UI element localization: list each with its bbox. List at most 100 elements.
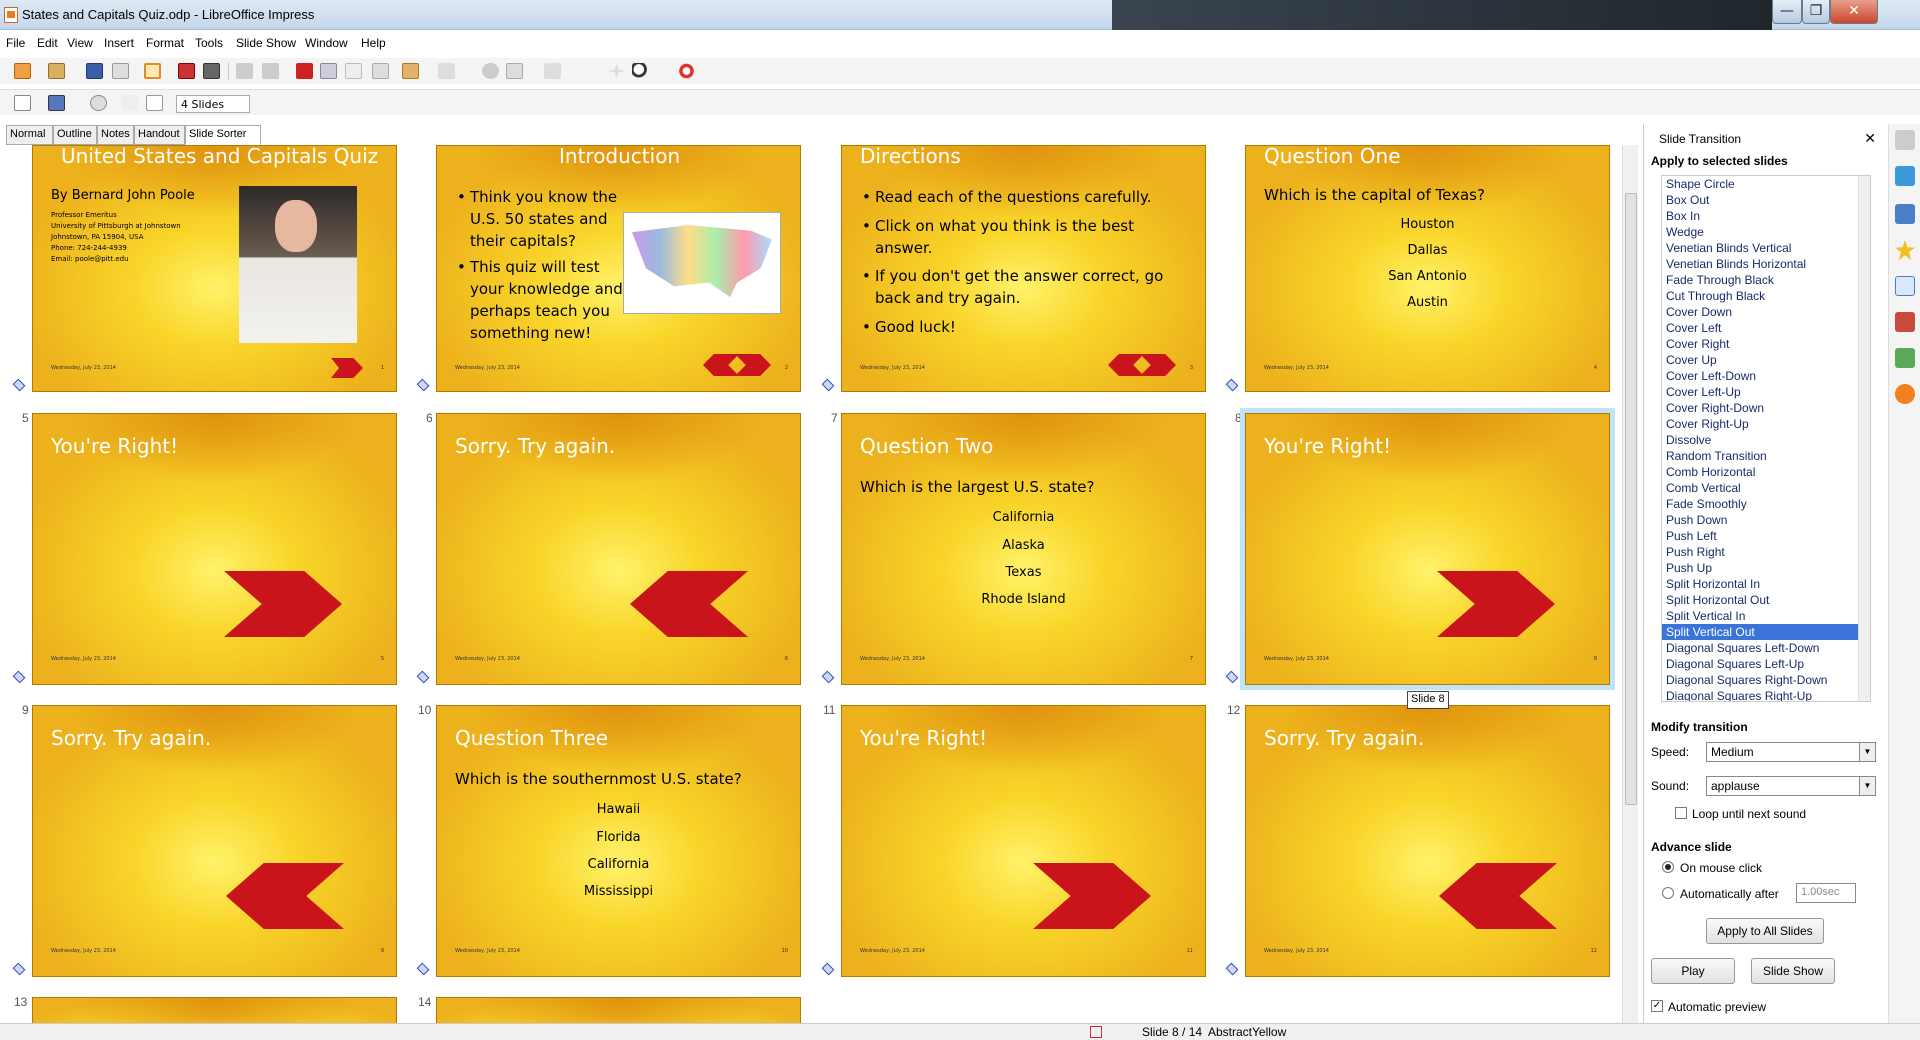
help-icon[interactable] [678,63,695,79]
table-icon[interactable] [506,63,523,79]
tab-handout[interactable]: Handout [134,125,185,145]
transition-item[interactable]: Cover Left [1662,320,1870,336]
paste-icon[interactable] [345,63,362,79]
transition-item[interactable]: Diagonal Squares Right-Down [1662,672,1870,688]
transition-marker-icon[interactable] [416,962,430,976]
transition-item[interactable]: Cover Right-Down [1662,400,1870,416]
zoom-icon[interactable] [632,63,649,79]
transition-item[interactable]: Dissolve [1662,432,1870,448]
undo-icon[interactable] [402,63,419,79]
slide-transition-icon[interactable] [90,95,107,111]
sidebar-menu-icon[interactable] [1895,130,1915,150]
transition-item[interactable]: Box Out [1662,192,1870,208]
transition-item[interactable]: Push Right [1662,544,1870,560]
slides-per-row-stepper[interactable]: 4 Slides [176,95,250,113]
play-button[interactable]: Play [1651,958,1735,984]
transition-item[interactable]: Diagonal Squares Left-Down [1662,640,1870,656]
autospellcheck-icon[interactable] [262,63,279,79]
slide-thumbnail-12[interactable]: Sorry. Try again. Wednesday, July 23, 20… [1245,705,1610,977]
menu-edit[interactable]: Edit [37,36,58,50]
gallery-icon[interactable] [1895,348,1915,368]
transition-marker-icon[interactable] [12,670,26,684]
transition-item[interactable]: Fade Smoothly [1662,496,1870,512]
transition-item[interactable]: Box In [1662,208,1870,224]
slide-thumbnail-6[interactable]: Sorry. Try again. Wednesday, July 23, 20… [436,413,801,685]
transition-item[interactable]: Cover Right-Up [1662,416,1870,432]
export-pdf-icon[interactable] [178,63,195,79]
transition-item[interactable]: Venetian Blinds Horizontal [1662,256,1870,272]
transition-item[interactable]: Cover Up [1662,352,1870,368]
slide-thumbnail-13[interactable] [32,997,397,1023]
scrollbar-thumb[interactable] [1625,193,1637,805]
transition-item[interactable]: Push Down [1662,512,1870,528]
transition-item[interactable]: Split Horizontal Out [1662,592,1870,608]
slide-thumbnail-14[interactable] [436,997,801,1023]
transition-item[interactable]: Comb Vertical [1662,480,1870,496]
transition-marker-icon[interactable] [1225,962,1239,976]
menu-tools[interactable]: Tools [195,36,223,50]
transition-item[interactable]: Cover Left-Down [1662,368,1870,384]
transition-marker-icon[interactable] [821,378,835,392]
panel-close-icon[interactable]: ✕ [1864,130,1876,147]
transition-list-scrollbar[interactable] [1858,176,1870,701]
loop-sound-checkbox[interactable] [1675,807,1687,819]
email-icon[interactable] [112,63,129,79]
auto-advance-time-input[interactable]: 1.00sec [1796,883,1856,903]
slide-thumbnail-5[interactable]: You're Right! Wednesday, July 23, 2014 5 [32,413,397,685]
transition-item[interactable]: Fade Through Black [1662,272,1870,288]
custom-animation-icon[interactable] [1895,240,1915,260]
transition-item-selected[interactable]: Split Vertical Out [1662,624,1870,640]
menu-insert[interactable]: Insert [104,36,134,50]
save-icon[interactable] [86,63,103,79]
transition-item[interactable]: Push Left [1662,528,1870,544]
properties-icon[interactable] [1895,166,1915,186]
display-views-icon[interactable] [544,63,561,79]
transition-item[interactable]: Comb Horizontal [1662,464,1870,480]
spellcheck-icon[interactable] [236,63,253,79]
transition-item[interactable]: Cover Right [1662,336,1870,352]
slide-thumbnail-8-selected[interactable]: You're Right! Wednesday, July 23, 2014 8 [1245,413,1610,685]
slide-thumbnail-3[interactable]: Directions • Read each of the questions c… [841,145,1206,392]
transition-item[interactable]: Diagonal Squares Right-Up [1662,688,1870,701]
transition-marker-icon[interactable] [416,670,430,684]
styles-icon[interactable] [1895,312,1915,332]
copy-icon[interactable] [320,63,337,79]
transition-marker-icon[interactable] [1225,378,1239,392]
transition-item[interactable]: Random Transition [1662,448,1870,464]
menu-window[interactable]: Window [305,36,348,50]
tab-slide-sorter[interactable]: Slide Sorter [185,125,261,145]
open-folder-icon[interactable] [48,63,65,79]
transition-marker-icon[interactable] [416,378,430,392]
navigator-icon[interactable] [608,63,625,79]
slide-thumbnail-4[interactable]: Question One Which is the capital of Tex… [1245,145,1610,392]
menu-help[interactable]: Help [361,36,386,50]
redo-icon[interactable] [438,63,455,79]
close-window-button[interactable]: ✕ [1830,0,1878,24]
tab-notes[interactable]: Notes [97,125,134,145]
tab-outline[interactable]: Outline [53,125,97,145]
slide-thumbnail-9[interactable]: Sorry. Try again. Wednesday, July 23, 20… [32,705,397,977]
show-hide-slide-icon[interactable] [122,95,139,111]
chart-icon[interactable] [482,63,499,79]
on-mouse-click-radio[interactable] [1662,861,1674,873]
transition-item[interactable]: Split Horizontal In [1662,576,1870,592]
transition-item[interactable]: Split Vertical In [1662,608,1870,624]
slide-layout-icon[interactable] [146,95,163,111]
slide-thumbnail-2[interactable]: Introduction • Think you know the U.S. 50… [436,145,801,392]
slide-thumbnail-11[interactable]: You're Right! Wednesday, July 23, 2014 1… [841,705,1206,977]
print-icon[interactable] [203,63,220,79]
sorter-scrollbar[interactable] [1622,145,1638,1023]
select-pointer-icon[interactable] [14,95,31,111]
transition-item[interactable]: Shape Circle [1662,176,1870,192]
menu-view[interactable]: View [67,36,93,50]
transition-item[interactable]: Push Up [1662,560,1870,576]
minimize-button[interactable]: — [1772,0,1802,24]
slide-thumbnail-7[interactable]: Question Two Which is the largest U.S. s… [841,413,1206,685]
speed-select[interactable]: Medium ▼ [1706,742,1876,762]
transition-marker-icon[interactable] [1225,670,1239,684]
slide-thumbnail-1[interactable]: United States and Capitals Quiz By Berna… [32,145,397,392]
slide-transition-icon[interactable] [1895,276,1915,296]
transition-marker-icon[interactable] [12,962,26,976]
transition-item[interactable]: Cover Down [1662,304,1870,320]
menu-file[interactable]: File [6,36,25,50]
